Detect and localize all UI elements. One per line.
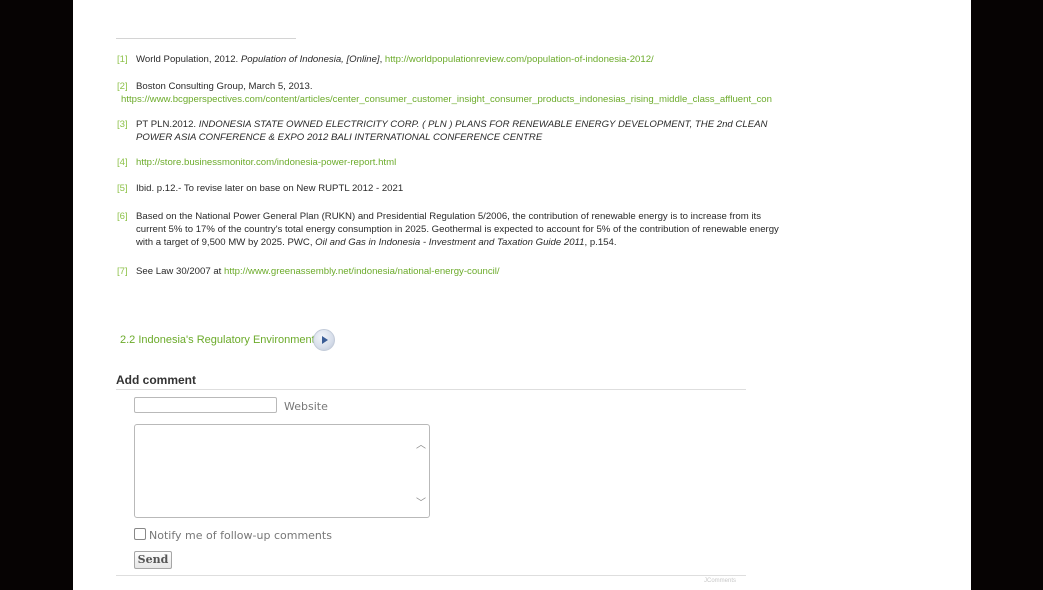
footnote-link[interactable]: https://www.bcgperspectives.com/content/… — [121, 93, 772, 106]
footnote-title: POWER ASIA CONFERENCE & EXPO 2012 BALI I… — [136, 132, 543, 143]
footnote-number[interactable]: [6] — [117, 210, 128, 223]
send-button[interactable]: Send — [134, 551, 172, 569]
footnote-number[interactable]: [7] — [117, 265, 128, 278]
comment-textarea[interactable] — [134, 424, 430, 518]
footnote-number[interactable]: [4] — [117, 156, 128, 169]
footnote-text: current 5% to 17% of the country's total… — [136, 224, 779, 235]
footnote-title: Oil and Gas in Indonesia - Investment an… — [315, 237, 585, 248]
notify-checkbox[interactable] — [134, 528, 146, 540]
article-page: [1] World Population, 2012. Population o… — [73, 0, 971, 590]
footnote-text: Based on the National Power General Plan… — [136, 211, 762, 222]
next-section-link[interactable]: 2.2 Indonesia's Regulatory Environment — [120, 334, 315, 346]
footnote-text: Boston Consulting Group, March 5, 2013. — [136, 81, 313, 92]
footnote-number[interactable]: [5] — [117, 182, 128, 195]
footnote-text: PT PLN.2012. — [136, 119, 199, 130]
heading-divider — [116, 389, 746, 390]
add-comment-heading: Add comment — [116, 373, 197, 387]
footnote-title: Population of Indonesia, [Online] — [240, 54, 380, 65]
notify-label: Notify me of follow-up comments — [149, 529, 332, 542]
jcomments-credit[interactable]: JComments — [704, 578, 736, 584]
footnote-separator — [116, 38, 296, 39]
footnote-text: with a target of 9,500 MW by 2025. PWC, — [136, 237, 316, 248]
footnote-number[interactable]: [2] — [117, 80, 128, 93]
footnote-link[interactable]: http://www.greenassembly.net/indonesia/n… — [224, 266, 500, 277]
footnote-text: Ibid. p.12.- To revise later on base on … — [136, 183, 404, 194]
website-label: Website — [284, 400, 328, 413]
scroll-up-icon[interactable]: ︿ — [416, 436, 426, 451]
left-black-frame — [0, 0, 73, 590]
footnote-text: World Population, 2012. — [136, 54, 241, 65]
footnote-link[interactable]: http://store.businessmonitor.com/indones… — [136, 156, 396, 169]
footnote-title: INDONESIA STATE OWNED ELECTRICITY CORP. … — [198, 119, 768, 130]
website-input[interactable] — [134, 397, 277, 413]
form-divider — [116, 575, 746, 576]
footnote-link[interactable]: http://worldpopulationreview.com/populat… — [385, 54, 654, 65]
scroll-down-icon[interactable]: ﹀ — [416, 494, 426, 509]
footnote-text: , p.154. — [584, 237, 617, 248]
play-circle-icon[interactable] — [313, 329, 335, 351]
footnote-number[interactable]: [1] — [117, 53, 128, 66]
footnote-number[interactable]: [3] — [117, 118, 128, 131]
footnote-text: See Law 30/2007 at — [136, 266, 225, 277]
right-black-frame — [971, 0, 1043, 590]
